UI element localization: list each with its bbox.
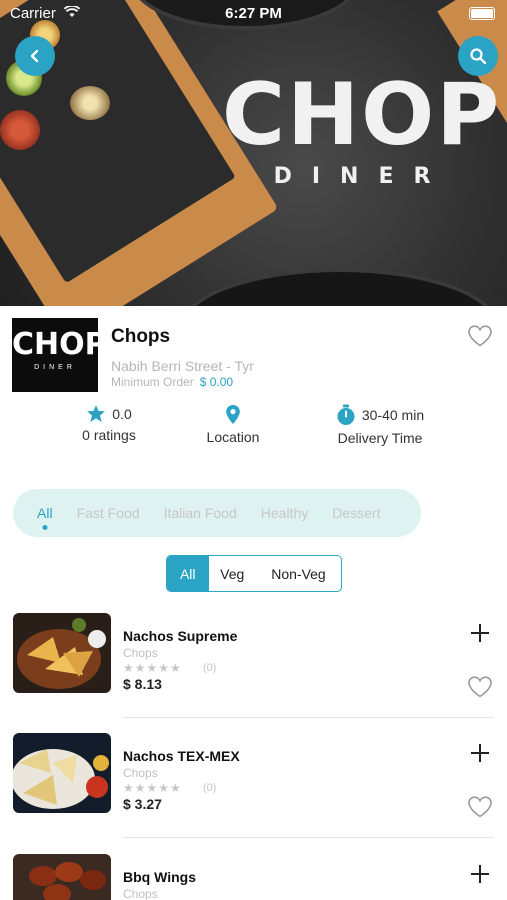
delivery-label: Delivery Time: [337, 430, 423, 446]
food-image: [13, 854, 111, 900]
diet-filter: All Veg Non-Veg: [166, 555, 342, 592]
add-to-cart-button[interactable]: [470, 621, 490, 647]
restaurant-address: Nabih Berri Street - Tyr: [111, 358, 254, 374]
food-item[interactable]: Nachos TEX-MEX Chops ★★★★★ (0) $ 3.27: [0, 733, 507, 851]
food-rating-stars: ★★★★★: [123, 781, 182, 795]
rating-value: 0.0: [112, 405, 132, 422]
chevron-left-icon: [30, 49, 39, 63]
restaurant-stats: 0.0 0 ratings Location 30-40 min Deliver…: [0, 404, 507, 454]
location-pin-icon: [226, 405, 240, 424]
status-time: 6:27 PM: [225, 5, 282, 22]
category-tab-italian-food[interactable]: Italian Food: [164, 505, 237, 521]
category-tabs: All Fast Food Italian Food Healthy Desse…: [13, 489, 421, 537]
favorite-button[interactable]: [467, 324, 493, 353]
food-image: [13, 733, 111, 813]
search-button[interactable]: [458, 36, 498, 76]
category-tab-healthy[interactable]: Healthy: [261, 505, 308, 521]
food-restaurant: Chops: [123, 766, 158, 780]
item-divider: [123, 837, 494, 838]
food-restaurant: Chops: [123, 646, 158, 660]
pan-image: [180, 268, 500, 306]
battery-icon: [469, 7, 495, 20]
filter-veg[interactable]: Veg: [209, 556, 256, 591]
food-price: $ 3.27: [123, 796, 162, 812]
hero-banner: CHOPS DINER: [0, 0, 507, 306]
minimum-order: Minimum Order $ 0.00: [111, 375, 233, 389]
food-name: Nachos TEX-MEX: [123, 748, 240, 764]
filter-non-veg[interactable]: Non-Veg: [256, 556, 341, 591]
location-stat[interactable]: Location: [188, 404, 278, 445]
minimum-order-label: Minimum Order: [111, 375, 194, 389]
food-item[interactable]: Nachos Supreme Chops ★★★★★ (0) $ 8.13: [0, 613, 507, 731]
food-rating-count: (0): [203, 662, 217, 674]
hero-logo: CHOPS DINER: [222, 65, 507, 189]
food-restaurant: Chops: [123, 887, 158, 900]
stopwatch-icon: [337, 404, 355, 425]
favorite-item-button[interactable]: [467, 795, 493, 824]
item-divider: [123, 717, 494, 718]
heart-icon: [468, 676, 492, 698]
star-icon: [87, 405, 106, 422]
food-image: [13, 613, 111, 693]
rating-stat: 0.0 0 ratings: [64, 404, 154, 443]
plus-icon: [471, 624, 489, 642]
restaurant-logo: CHOPS DINER: [12, 318, 129, 392]
category-tab-dessert[interactable]: Dessert: [332, 505, 380, 521]
food-name: Bbq Wings: [123, 869, 196, 885]
food-garnish: [70, 86, 110, 120]
search-icon: [470, 48, 487, 65]
plus-icon: [471, 744, 489, 762]
restaurant-logo-main: CHOPS: [12, 327, 129, 362]
add-to-cart-button[interactable]: [470, 862, 490, 888]
category-tab-all[interactable]: All: [37, 505, 53, 521]
delivery-stat: 30-40 min Delivery Time: [320, 404, 440, 446]
minimum-order-value: $ 0.00: [199, 375, 234, 389]
food-rating-count: (0): [203, 782, 217, 794]
heart-icon: [468, 325, 492, 347]
add-to-cart-button[interactable]: [470, 741, 490, 767]
food-rating-stars: ★★★★★: [123, 661, 182, 675]
heart-icon: [468, 796, 492, 818]
back-button[interactable]: [15, 36, 55, 76]
hero-logo-main: CHOPS: [222, 65, 507, 165]
food-price: $ 8.13: [123, 676, 162, 692]
favorite-item-button[interactable]: [467, 675, 493, 704]
plus-icon: [471, 865, 489, 883]
filter-all[interactable]: All: [167, 556, 209, 591]
food-item[interactable]: Bbq Wings Chops ★★★★★: [0, 854, 507, 900]
status-bar: Carrier 6:27 PM: [0, 0, 507, 28]
location-label: Location: [206, 429, 260, 445]
restaurant-logo-sub: DINER: [34, 364, 76, 371]
restaurant-name: Chops: [111, 326, 171, 347]
food-garnish: [0, 110, 40, 150]
category-tab-fast-food[interactable]: Fast Food: [77, 505, 140, 521]
delivery-value: 30-40 min: [361, 407, 425, 423]
food-name: Nachos Supreme: [123, 628, 238, 644]
rating-label: 0 ratings: [82, 427, 136, 443]
hero-logo-sub: DINER: [273, 164, 451, 189]
